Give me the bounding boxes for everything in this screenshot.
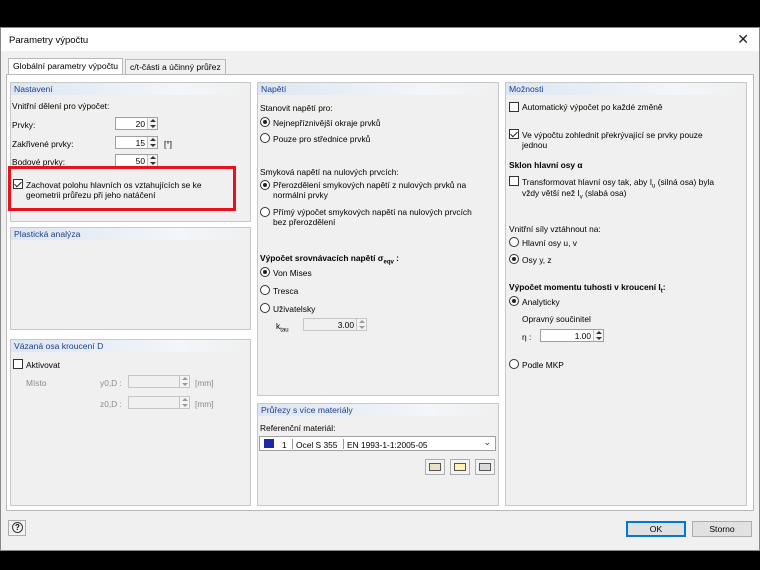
eta-label: η : [522,332,532,342]
overlap-label-2: jednou [522,140,548,150]
user-defined-label: Uživatelsky [273,304,316,314]
redistribution-label-1: Přerozdělení smykových napětí z nulových… [273,180,467,190]
principal-axes-label: Hlavní osy u, v [522,238,577,248]
radio-extreme-edges[interactable] [260,117,270,127]
members-stepper[interactable]: 20 [115,117,158,130]
radio-principal-axes[interactable] [509,237,519,247]
group-stress: Napětí [257,82,499,396]
auto-calc-label: Automatický výpočet po každé změně [522,102,663,112]
analytical-label: Analyticky [522,297,560,307]
radio-von-mises[interactable] [260,267,270,277]
ok-button[interactable]: OK [626,521,686,537]
radio-fem[interactable] [509,359,519,369]
auto-calc-checkbox[interactable] [509,102,519,112]
reference-material-label: Referenční materiál: [260,423,336,433]
spin-arrows-icon[interactable] [147,137,157,148]
close-icon[interactable]: ✕ [737,31,749,48]
radio-yz-axes[interactable] [509,254,519,264]
radio-direct-shear[interactable] [260,207,270,217]
spin-arrows-icon[interactable] [147,155,157,166]
determine-stress-label: Stanovit napětí pro: [260,103,333,113]
yz-axes-label: Osy y, z [522,255,552,265]
direct-shear-label-1: Přímý výpočet smykových napětí na nulový… [273,207,472,217]
transform-axes-checkbox[interactable] [509,176,519,186]
cancel-button[interactable]: Storno [692,521,752,537]
ktau-stepper[interactable]: 3.00 [303,318,367,331]
extreme-edges-label: Nejnepříznivější okraje prvků [273,118,381,128]
z0d-label: z0,D : [100,399,122,409]
reference-material-select[interactable]: 1 Ocel S 355 EN 1993-1-1:2005-05 ⌄ [259,436,496,451]
fem-label: Podle MKP [522,360,564,370]
y0d-unit: [mm] [195,378,214,388]
spin-arrows-icon[interactable] [593,330,603,341]
material-name: Ocel S 355 [296,440,338,450]
highlight-box [8,166,236,211]
activate-checkbox[interactable] [13,359,23,369]
window-title: Parametry výpočtu [9,35,89,46]
y0d-input[interactable] [128,375,190,388]
ktau-label: ktau [276,321,289,334]
help-icon: ? [12,522,23,533]
radio-redistribution[interactable] [260,180,270,190]
internal-forces-label: Vnitřní síly vztáhnout na: [509,224,601,234]
group-plastic-header: Plastická analýza [11,228,250,240]
group-multimaterial: Průřezy s více materiály [257,403,499,506]
members-label: Prvky: [12,120,36,130]
shear-stress-label: Smyková napětí na nulových prvcích: [260,167,399,177]
eta-stepper[interactable]: 1.00 [540,329,604,342]
activate-label: Aktivovat [26,360,60,370]
group-multimaterial-header: Průřezy s více materiály [258,404,498,416]
tresca-label: Tresca [273,286,299,296]
curved-members-label: Zakřivené prvky: [12,139,74,149]
group-options-header: Možnosti [506,83,746,95]
transform-label-2: vždy větší než Iv (slabá osa) [522,188,627,201]
direct-shear-label-2: bez přerozdělení [273,217,336,227]
place-label: Místo [26,378,47,388]
title-bar: Parametry výpočtu ✕ [1,28,759,51]
torsion-moment-label: Výpočet momentu tuhosti v kroucení It: [509,282,666,295]
radio-tresca[interactable] [260,285,270,295]
new-material-icon[interactable] [450,459,470,475]
spin-arrows-icon[interactable] [356,319,366,330]
material-number: 1 [282,440,287,450]
radio-centerlines[interactable] [260,133,270,143]
von-mises-label: Von Mises [273,268,312,278]
material-color-swatch [264,439,274,448]
y0d-label: y0,D : [100,378,122,388]
tab-ct-parts[interactable]: c/t-části a účinný průřez [125,59,226,75]
spin-arrows-icon[interactable] [147,118,157,129]
group-stress-header: Napětí [258,83,498,95]
group-settings-header: Nastavení [11,83,250,95]
equivalent-stress-label: Výpočet srovnávacích napětí σeqv : [260,253,399,266]
radio-user-defined[interactable] [260,303,270,313]
material-norm: EN 1993-1-1:2005-05 [347,440,428,450]
overlap-label-1: Ve výpočtu zohlednit překrývající se prv… [522,130,703,140]
library-icon[interactable] [425,459,445,475]
degree-unit: [°] [164,139,173,149]
overlap-checkbox[interactable] [509,129,519,139]
group-torsion-axis-header: Vázaná osa kroucení D [11,340,250,352]
group-plastic: Plastická analýza [10,227,251,330]
curved-members-stepper[interactable]: 15 [115,136,158,149]
tab-global-parameters[interactable]: Globální parametry výpočtu [8,58,124,75]
division-label: Vnitřní dělení pro výpočet: [12,101,110,111]
help-button[interactable]: ? [8,520,26,536]
import-icon[interactable] [475,459,495,475]
centerlines-label: Pouze pro střednice prvků [273,134,371,144]
z0d-input[interactable] [128,396,190,409]
z0d-unit: [mm] [195,399,214,409]
radio-analytical[interactable] [509,296,519,306]
spin-arrows-icon[interactable] [179,376,189,387]
correction-factor-label: Opravný součinitel [522,314,591,324]
spin-arrows-icon[interactable] [179,397,189,408]
axis-inclination-label: Sklon hlavní osy α [509,160,583,170]
chevron-down-icon[interactable]: ⌄ [483,437,491,448]
redistribution-label-2: normální prvky [273,190,328,200]
